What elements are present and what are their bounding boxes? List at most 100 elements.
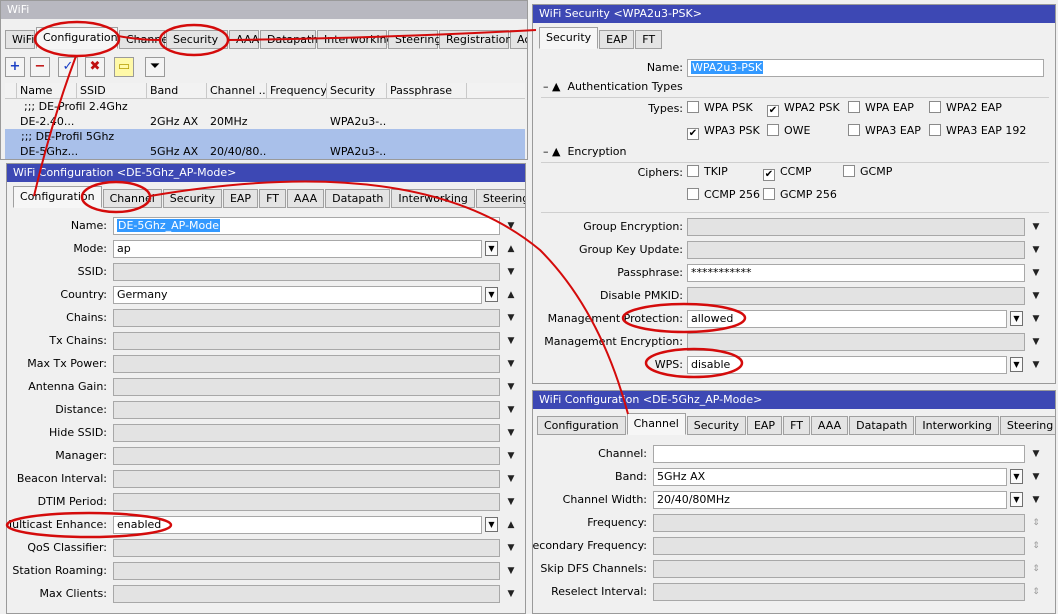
tab-interworking[interactable]: Interworking bbox=[317, 30, 393, 49]
column-header-ssid[interactable]: SSID bbox=[77, 83, 147, 98]
table-row[interactable]: DE-2.40... 2GHz AX 20MHz WPA2u3-... bbox=[5, 114, 525, 129]
checkbox-tkip[interactable]: TKIP bbox=[687, 164, 728, 180]
ssid-field[interactable] bbox=[113, 263, 500, 281]
checkbox-gcmp-256[interactable]: GCMP 256 bbox=[763, 187, 837, 203]
checkmark-icon[interactable]: ✔ bbox=[767, 105, 779, 117]
mode-field[interactable]: ap bbox=[113, 240, 482, 258]
checkbox-owe[interactable]: OWE bbox=[767, 123, 811, 139]
expand-arrow-icon[interactable]: ⇕ bbox=[1031, 563, 1041, 575]
management-protection-field[interactable]: allowed bbox=[687, 310, 1007, 328]
expand-arrow-icon[interactable]: ⇕ bbox=[1031, 517, 1041, 529]
expand-arrow-icon[interactable]: ▼ bbox=[1031, 336, 1041, 348]
filter-button[interactable]: ⏷ bbox=[145, 57, 165, 77]
expand-arrow-icon[interactable]: ▼ bbox=[506, 427, 516, 439]
tab-registration[interactable]: Registration bbox=[439, 30, 512, 49]
manager-field[interactable] bbox=[113, 447, 500, 465]
comment-button[interactable]: ▭ bbox=[114, 57, 134, 77]
tab-configuration[interactable]: Configuration bbox=[537, 416, 626, 435]
collapse-arrow-icon[interactable]: ▲ bbox=[506, 243, 516, 255]
tab-ac[interactable]: Ac bbox=[510, 30, 527, 49]
tab-datapath[interactable]: Datapath bbox=[849, 416, 915, 435]
tab-steering[interactable]: Steering bbox=[388, 30, 441, 49]
expand-arrow-icon[interactable]: ▼ bbox=[506, 565, 516, 577]
tab-security[interactable]: Security bbox=[166, 30, 228, 49]
checkbox-ccmp-256[interactable]: CCMP 256 bbox=[687, 187, 760, 203]
tab-channel[interactable]: Channe bbox=[119, 30, 168, 49]
checkbox-box[interactable] bbox=[687, 165, 699, 177]
tab-datapath[interactable]: Datapath bbox=[325, 189, 391, 208]
chains-field[interactable] bbox=[113, 309, 500, 327]
station-roaming-field[interactable] bbox=[113, 562, 500, 580]
column-header-security[interactable]: Security bbox=[327, 83, 387, 98]
max-clients-field[interactable] bbox=[113, 585, 500, 603]
expand-arrow-icon[interactable]: ▼ bbox=[506, 220, 516, 232]
checkbox-box[interactable] bbox=[687, 188, 699, 200]
checkbox-box[interactable] bbox=[687, 101, 699, 113]
checkbox-wpa3-eap-192[interactable]: WPA3 EAP 192 bbox=[929, 123, 1026, 139]
tab-aaa[interactable]: AAA bbox=[229, 30, 259, 49]
table-row[interactable]: ;;; DE-Profil 5Ghz bbox=[5, 129, 525, 144]
checkbox-wpa3-eap[interactable]: WPA3 EAP bbox=[848, 123, 921, 139]
tab-steering[interactable]: Steering bbox=[475, 189, 525, 208]
dropdown-icon[interactable]: ▼ bbox=[1010, 357, 1023, 372]
band-field[interactable]: 5GHz AX bbox=[653, 468, 1007, 486]
tx-chains-field[interactable] bbox=[113, 332, 500, 350]
column-header-flag[interactable] bbox=[5, 83, 17, 98]
expand-arrow-icon[interactable]: ▼ bbox=[506, 473, 516, 485]
column-header-frequency[interactable]: Frequency bbox=[267, 83, 327, 98]
tab-aaa[interactable]: AAA bbox=[810, 416, 849, 435]
checkbox-box[interactable] bbox=[929, 124, 941, 136]
secondary-frequency-field[interactable] bbox=[653, 537, 1025, 555]
checkbox-box[interactable] bbox=[848, 101, 860, 113]
remove-button[interactable]: − bbox=[30, 57, 50, 77]
checkmark-icon[interactable]: ✔ bbox=[763, 169, 775, 181]
frequency-field[interactable] bbox=[653, 514, 1025, 532]
table-row-selected[interactable]: DE-5Ghz... 5GHz AX 20/40/80... WPA2u3-..… bbox=[5, 144, 525, 159]
column-header-band[interactable]: Band bbox=[147, 83, 207, 98]
passphrase-field[interactable]: *********** bbox=[687, 264, 1025, 282]
skip-dfs-channels-field[interactable] bbox=[653, 560, 1025, 578]
column-header-channel[interactable]: Channel ... bbox=[207, 83, 267, 98]
tab-interworking[interactable]: Interworking bbox=[391, 189, 475, 208]
tab-configuration[interactable]: Configuration bbox=[13, 186, 102, 208]
tab-ft[interactable]: FT bbox=[259, 189, 286, 208]
tab-aaa[interactable]: AAA bbox=[286, 189, 325, 208]
add-button[interactable]: + bbox=[5, 57, 25, 77]
beacon-interval-field[interactable] bbox=[113, 470, 500, 488]
checkbox-wpa2-psk[interactable]: ✔ WPA2 PSK bbox=[767, 100, 840, 117]
expand-arrow-icon[interactable]: ▼ bbox=[1031, 448, 1041, 460]
management-encryption-field[interactable] bbox=[687, 333, 1025, 351]
expand-arrow-icon[interactable]: ⇕ bbox=[1031, 586, 1041, 598]
tab-ft[interactable]: FT bbox=[635, 30, 663, 49]
dropdown-icon[interactable]: ▼ bbox=[485, 241, 498, 256]
group-encryption-field[interactable] bbox=[687, 218, 1025, 236]
expand-arrow-icon[interactable]: ▼ bbox=[1031, 244, 1041, 256]
checkmark-icon[interactable]: ✔ bbox=[687, 128, 699, 140]
dtim-period-field[interactable] bbox=[113, 493, 500, 511]
checkbox-box[interactable] bbox=[763, 188, 775, 200]
expand-arrow-icon[interactable]: ▼ bbox=[506, 404, 516, 416]
tab-datapath[interactable]: Datapath bbox=[260, 30, 318, 49]
tab-steering[interactable]: Steering bbox=[999, 416, 1055, 435]
expand-arrow-icon[interactable]: ▼ bbox=[1031, 359, 1041, 371]
distance-field[interactable] bbox=[113, 401, 500, 419]
expand-arrow-icon[interactable]: ▼ bbox=[1031, 267, 1041, 279]
checkbox-wpa-psk[interactable]: WPA PSK bbox=[687, 100, 753, 116]
disable-button[interactable]: ✖ bbox=[85, 57, 105, 77]
tab-configuration[interactable]: Configuration bbox=[36, 27, 118, 49]
tab-security[interactable]: Security bbox=[162, 189, 222, 208]
expand-arrow-icon[interactable]: ▼ bbox=[506, 542, 516, 554]
encryption-section-header[interactable]: – ▲ Encryption bbox=[543, 144, 627, 160]
expand-arrow-icon[interactable]: ▼ bbox=[506, 266, 516, 278]
group-key-update-field[interactable] bbox=[687, 241, 1025, 259]
checkbox-box[interactable] bbox=[843, 165, 855, 177]
expand-arrow-icon[interactable]: ▼ bbox=[1031, 494, 1041, 506]
auth-section-header[interactable]: – ▲ Authentication Types bbox=[543, 79, 683, 95]
expand-arrow-icon[interactable]: ▼ bbox=[506, 312, 516, 324]
dropdown-icon[interactable]: ▼ bbox=[1010, 492, 1023, 507]
multicast-enhance-field[interactable]: enabled bbox=[113, 516, 482, 534]
hide-ssid-field[interactable] bbox=[113, 424, 500, 442]
disable-pmkid-field[interactable] bbox=[687, 287, 1025, 305]
tab-channel[interactable]: Channel bbox=[102, 189, 162, 208]
column-header-name[interactable]: Name bbox=[17, 83, 77, 98]
